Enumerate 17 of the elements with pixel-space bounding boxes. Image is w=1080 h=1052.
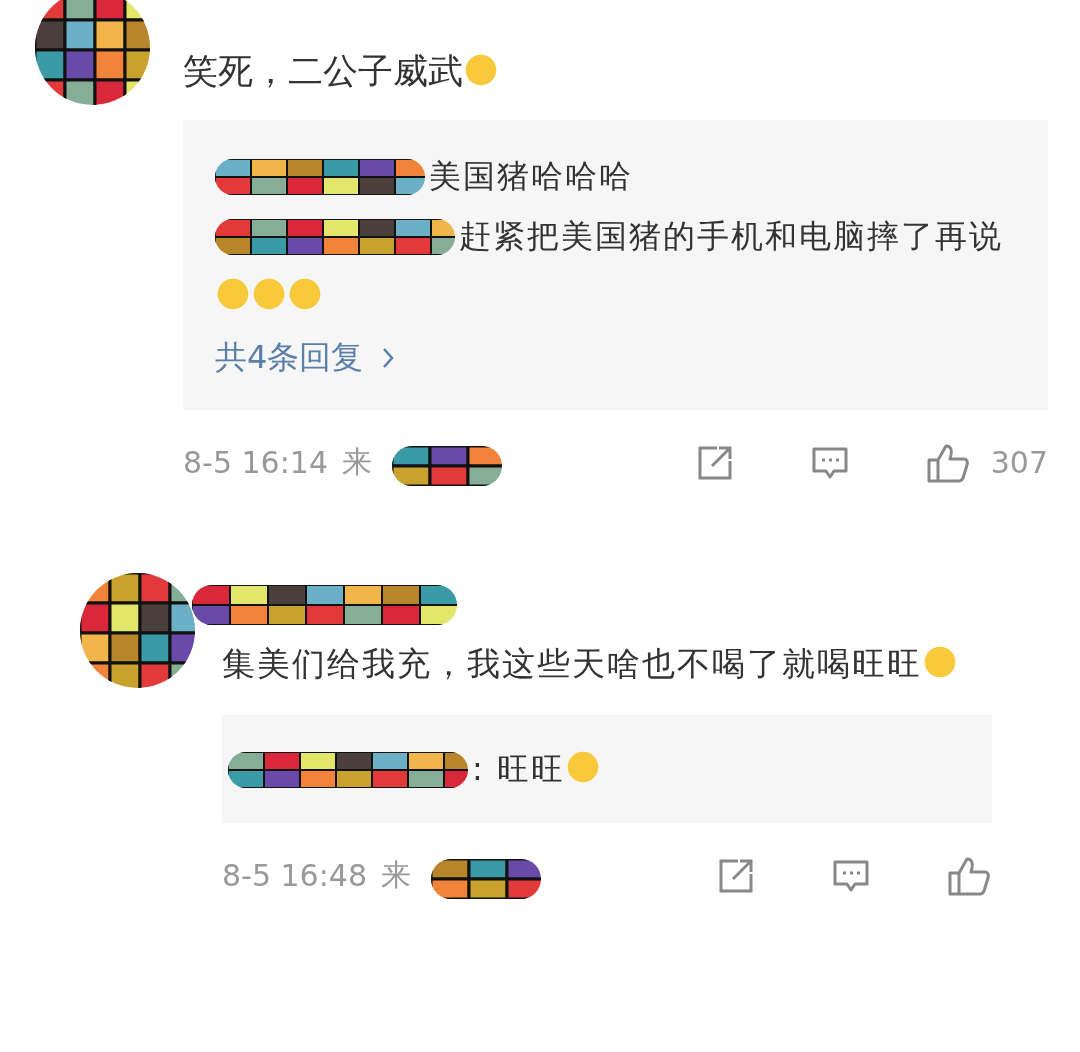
emoji-icon	[215, 276, 251, 312]
comment-time: 8-5 16:14	[183, 445, 328, 480]
chevron-right-icon	[381, 346, 396, 370]
like-icon[interactable]	[946, 855, 992, 896]
reply-text: 美国猪哈哈哈	[429, 157, 633, 195]
emoji-icon	[463, 52, 499, 88]
emoji-icon	[251, 276, 287, 312]
reply-text: : 旺旺	[472, 750, 601, 788]
comment-text: 笑死，二公子威武	[183, 40, 1048, 102]
emoji-icon	[922, 644, 958, 680]
comment-text: 集美们给我充，我这些天啥也不喝了就喝旺旺	[222, 633, 992, 695]
more-replies-link[interactable]: 共4条回复	[215, 336, 396, 380]
comment-time: 8-5 16:48	[222, 858, 367, 893]
comment-source: 来	[342, 443, 372, 481]
like-count: 307	[990, 445, 1048, 480]
comment-source: 来	[381, 856, 411, 894]
emoji-icon	[287, 276, 323, 312]
